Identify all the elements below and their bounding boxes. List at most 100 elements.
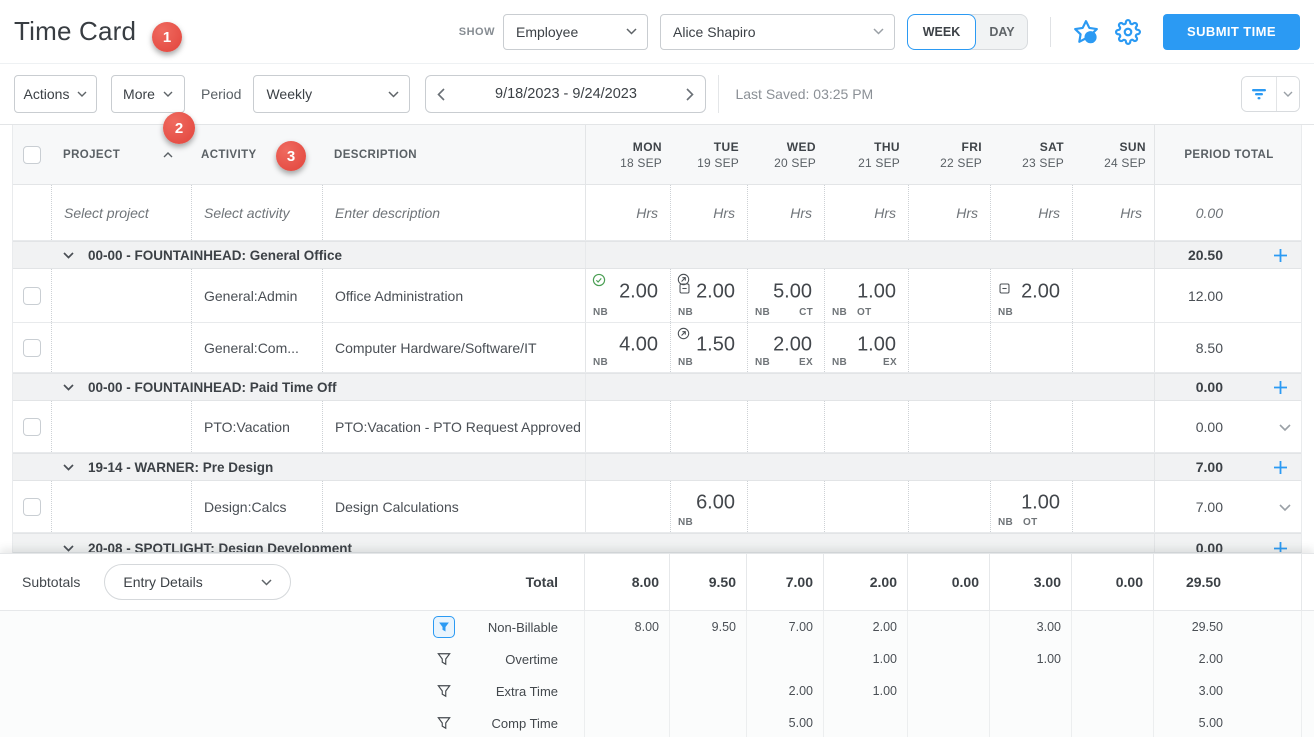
hours-cell-thu[interactable]: 1.00 NB OT (824, 269, 908, 322)
next-period-icon[interactable] (675, 76, 705, 112)
description-header-label: DESCRIPTION (334, 148, 417, 161)
annotation-badge-1: 1 (152, 22, 182, 52)
add-entry-icon[interactable] (1269, 376, 1291, 398)
project-cell[interactable] (51, 269, 191, 322)
filter-chevron-down-icon[interactable] (1276, 77, 1299, 111)
hours-input-mon[interactable]: Hrs (585, 185, 670, 240)
project-cell[interactable] (51, 481, 191, 532)
activity-cell[interactable]: General:Com... (191, 323, 322, 372)
week-tab[interactable]: WEEK (907, 13, 976, 50)
row-checkbox[interactable] (23, 497, 41, 516)
row-period-total: 12.00 (1154, 269, 1303, 322)
group-toggle[interactable]: 19-14 - WARNER: Pre Design (13, 454, 585, 480)
filter-lines-icon[interactable] (1242, 77, 1276, 111)
row-period-total: 0.00 (1154, 401, 1303, 452)
hours-cell-sat[interactable]: 2.00 NB (990, 269, 1072, 322)
employee-select[interactable]: Alice Shapiro (660, 13, 895, 50)
funnel-filter-icon[interactable] (432, 711, 456, 735)
hours-cell-mon[interactable] (585, 481, 670, 532)
more-dropdown[interactable]: More (111, 75, 185, 113)
project-group-row: 19-14 - WARNER: Pre Design 7.00 (13, 453, 1301, 481)
description-cell[interactable]: Office Administration (322, 269, 585, 322)
project-cell[interactable] (51, 401, 191, 452)
hours-cell-sat[interactable] (990, 401, 1072, 452)
show-select[interactable]: Employee (503, 13, 648, 50)
hours-cell-thu[interactable] (824, 401, 908, 452)
hours-cell-sat[interactable] (990, 323, 1072, 372)
add-entry-icon[interactable] (1269, 537, 1291, 552)
breakdown-row: Comp Time 5.00 5.00 (0, 707, 1314, 737)
date-range-value[interactable]: 9/18/2023 - 9/24/2023 (456, 86, 675, 102)
hours-cell-sat[interactable]: 1.00 NB OT (990, 481, 1072, 532)
previous-period-icon[interactable] (426, 76, 456, 112)
hours-cell-tue[interactable] (670, 401, 747, 452)
hours-cell-sun[interactable] (1072, 269, 1154, 322)
row-checkbox[interactable] (23, 286, 41, 305)
subtotals-view-select[interactable]: Entry Details (104, 564, 292, 600)
hours-input-sat[interactable]: Hrs (990, 185, 1072, 240)
group-toggle[interactable]: 00-00 - FOUNTAINHEAD: General Office (13, 242, 585, 268)
description-cell[interactable]: Design Calculations (322, 481, 585, 532)
submit-time-button[interactable]: SUBMIT TIME (1163, 13, 1300, 50)
description-cell[interactable]: Computer Hardware/Software/IT (322, 323, 585, 372)
hours-input-wed[interactable]: Hrs (747, 185, 824, 240)
total-tue: 9.50 (669, 554, 746, 610)
period-select[interactable]: Weekly (253, 75, 411, 113)
hours-cell-fri[interactable] (908, 269, 990, 322)
actions-dropdown[interactable]: Actions (14, 75, 97, 113)
hours-cell-sun[interactable] (1072, 481, 1154, 532)
description-cell[interactable]: PTO:Vacation - PTO Request Approved (322, 401, 585, 452)
activity-cell[interactable]: General:Admin (191, 269, 322, 322)
settings-gear-icon[interactable] (1115, 18, 1141, 45)
group-toggle[interactable]: 20-08 - SPOTLIGHT: Design Development (13, 534, 585, 552)
chevron-down-icon (63, 463, 74, 471)
select-all-checkbox[interactable] (23, 145, 41, 164)
day-tab[interactable]: DAY (970, 13, 1028, 50)
add-entry-icon[interactable] (1269, 456, 1291, 478)
hours-cell-wed[interactable]: 5.00 NB CT (747, 269, 824, 322)
hours-cell-thu[interactable]: 1.00 NB EX (824, 323, 908, 372)
project-cell[interactable] (51, 323, 191, 372)
hours-cell-wed[interactable] (747, 481, 824, 532)
breakdown-label: Extra Time (495, 683, 558, 699)
subtotals-view-value: Entry Details (123, 574, 203, 590)
breakdown-row-head: Extra Time (0, 675, 584, 707)
funnel-filter-icon[interactable] (432, 647, 456, 671)
hours-cell-mon[interactable]: 4.00 NB (585, 323, 670, 372)
activity-header-label: ACTIVITY (201, 148, 257, 161)
chevron-down-icon (626, 28, 637, 35)
hours-input-sun[interactable]: Hrs (1072, 185, 1154, 240)
funnel-filter-icon[interactable] (432, 679, 456, 703)
hours-cell-fri[interactable] (908, 401, 990, 452)
hours-cell-mon[interactable] (585, 401, 670, 452)
add-entry-icon[interactable] (1269, 244, 1291, 266)
description-input[interactable]: Enter description (322, 185, 585, 240)
row-checkbox[interactable] (23, 417, 41, 436)
activity-cell[interactable]: PTO:Vacation (191, 401, 322, 452)
hours-input-tue[interactable]: Hrs (670, 185, 747, 240)
hours-cell-mon[interactable]: 2.00 NB (585, 269, 670, 322)
hours-cell-tue[interactable]: 6.00 NB (670, 481, 747, 532)
hours-cell-thu[interactable] (824, 481, 908, 532)
hours-cell-sun[interactable] (1072, 323, 1154, 372)
activity-input[interactable]: Select activity (191, 185, 322, 240)
group-toggle[interactable]: 00-00 - FOUNTAINHEAD: Paid Time Off (13, 374, 585, 400)
project-input[interactable]: Select project (51, 185, 191, 240)
hours-input-thu[interactable]: Hrs (824, 185, 908, 240)
hours-input-fri[interactable]: Hrs (908, 185, 990, 240)
time-card-page: Time Card SHOW Employee Alice Shapiro WE… (0, 0, 1314, 737)
hours-cell-tue[interactable]: 2.00 NB (670, 269, 747, 322)
totals-row: Subtotals Entry Details Total 8.00 9.50 … (0, 554, 1314, 611)
row-expand-chevron-icon[interactable] (1279, 499, 1291, 514)
hours-cell-fri[interactable] (908, 323, 990, 372)
hours-cell-fri[interactable] (908, 481, 990, 532)
hours-cell-sun[interactable] (1072, 401, 1154, 452)
activity-cell[interactable]: Design:Calcs (191, 481, 322, 532)
hours-cell-wed[interactable]: 2.00 NB EX (747, 323, 824, 372)
favorites-star-icon[interactable] (1073, 19, 1099, 45)
row-expand-chevron-icon[interactable] (1279, 419, 1291, 434)
hours-cell-tue[interactable]: 1.50 NB (670, 323, 747, 372)
funnel-filter-icon-active[interactable] (432, 615, 456, 639)
hours-cell-wed[interactable] (747, 401, 824, 452)
row-checkbox[interactable] (23, 338, 41, 357)
